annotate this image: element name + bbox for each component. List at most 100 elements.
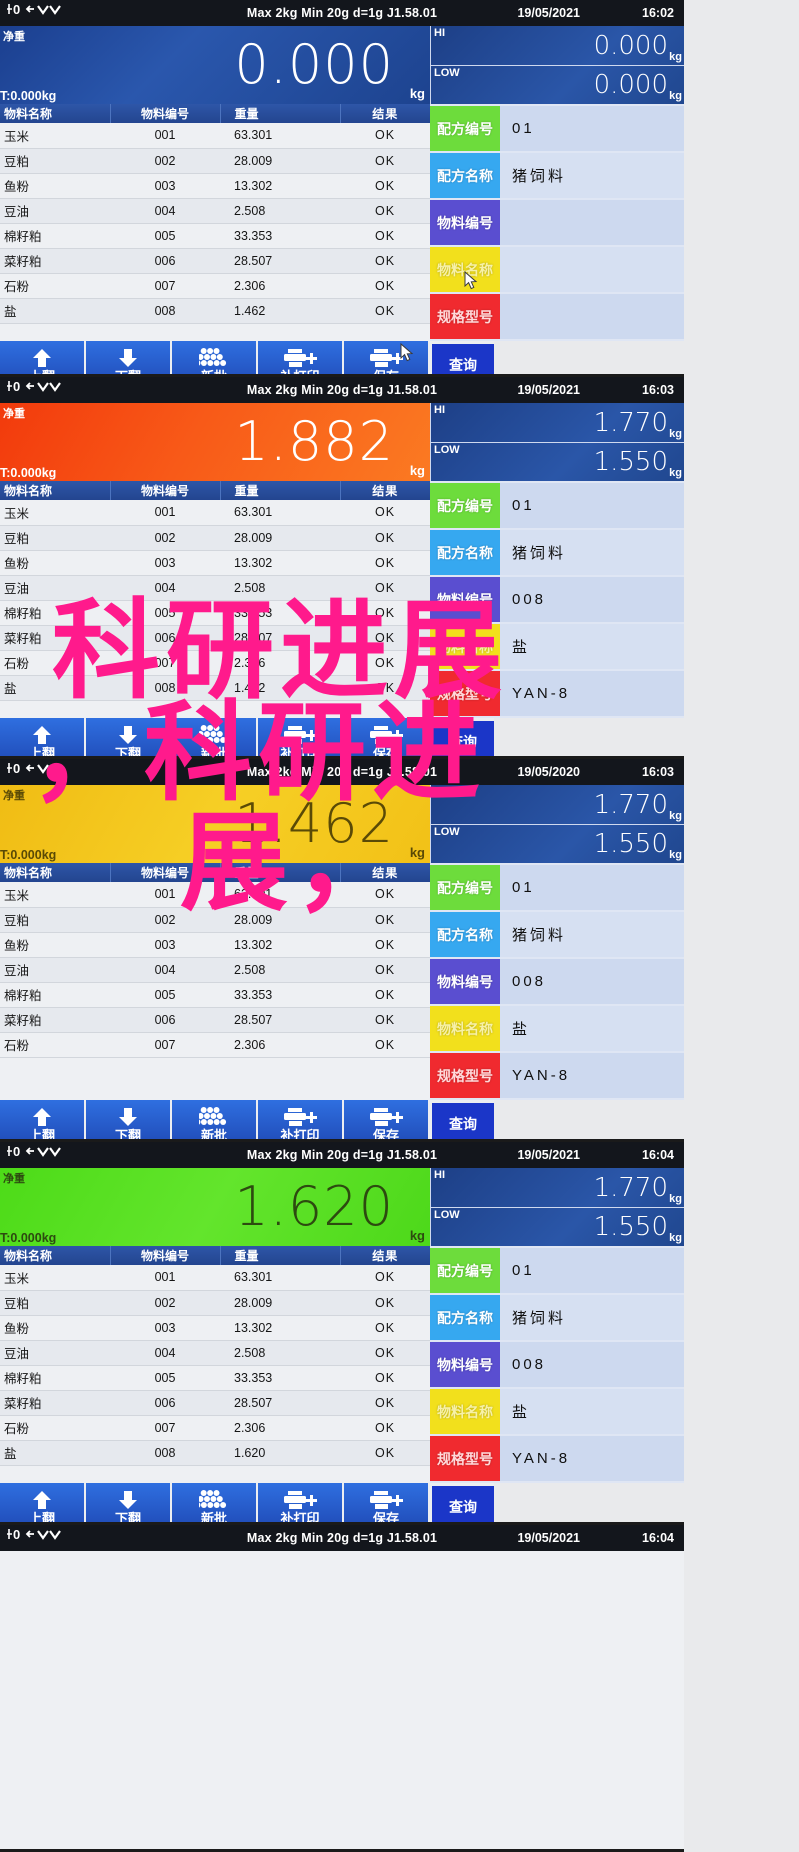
- toolbar-reprint-button[interactable]: 补打印: [258, 718, 344, 756]
- toolbar-page-down-button[interactable]: 下翻: [86, 341, 172, 374]
- table-row[interactable]: 玉米 001 63.301 OK: [0, 882, 430, 908]
- table-row[interactable]: 盐 008 1.462 OK: [0, 675, 430, 701]
- key-recipe-name[interactable]: 配方名称: [430, 912, 500, 957]
- table-row[interactable]: 菜籽粕 006 28.507 OK: [0, 248, 430, 274]
- date-label: 19/05/2020: [517, 765, 580, 779]
- query-button[interactable]: 查询: [432, 1486, 494, 1522]
- table-row[interactable]: 豆油 004 2.508 OK: [0, 1340, 430, 1366]
- table-row[interactable]: 盐 008 1.620 OK: [0, 1440, 430, 1466]
- toolbar-new-batch-button[interactable]: 新批: [172, 1100, 258, 1139]
- table-row[interactable]: 豆粕 002 28.009 OK: [0, 148, 430, 174]
- value-recipe-code[interactable]: 01: [500, 106, 684, 151]
- table-row[interactable]: 棉籽粕 005 33.353 OK: [0, 982, 430, 1008]
- key-material-code[interactable]: 物料编号: [430, 577, 500, 622]
- toolbar-page-up-button[interactable]: 上翻: [0, 718, 86, 756]
- table-row[interactable]: 鱼粉 003 13.302 OK: [0, 173, 430, 199]
- table-row[interactable]: 菜籽粕 006 28.507 OK: [0, 1390, 430, 1416]
- toolbar-save-button[interactable]: 保存: [344, 1483, 430, 1522]
- key-spec-model[interactable]: 规格型号: [430, 671, 500, 716]
- key-recipe-name[interactable]: 配方名称: [430, 1295, 500, 1340]
- key-recipe-code[interactable]: 配方编号: [430, 865, 500, 910]
- key-material-code[interactable]: 物料编号: [430, 1342, 500, 1387]
- value-material-name[interactable]: 盐: [500, 1006, 684, 1051]
- key-material-name[interactable]: 物料名称: [430, 1389, 500, 1434]
- query-button[interactable]: 查询: [432, 1103, 494, 1139]
- table-row[interactable]: 豆粕 002 28.009 OK: [0, 525, 430, 551]
- value-spec-model[interactable]: [500, 294, 684, 339]
- toolbar-reprint-button[interactable]: 补打印: [258, 1483, 344, 1522]
- key-material-name[interactable]: 物料名称: [430, 1006, 500, 1051]
- key-material-code[interactable]: 物料编号: [430, 959, 500, 1004]
- table-row[interactable]: 玉米 001 63.301 OK: [0, 500, 430, 526]
- key-recipe-code[interactable]: 配方编号: [430, 106, 500, 151]
- table-row[interactable]: 菜籽粕 006 28.507 OK: [0, 1007, 430, 1033]
- value-spec-model[interactable]: YAN-8: [500, 1053, 684, 1098]
- table-row[interactable]: 玉米 001 63.301 OK: [0, 123, 430, 149]
- key-recipe-name[interactable]: 配方名称: [430, 153, 500, 198]
- toolbar-page-down-button[interactable]: 下翻: [86, 1483, 172, 1522]
- value-material-code[interactable]: 008: [500, 959, 684, 1004]
- header-material-name: 物料名称: [0, 1246, 111, 1265]
- table-row[interactable]: 棉籽粕 005 33.353 OK: [0, 600, 430, 626]
- table-row[interactable]: 棉籽粕 005 33.353 OK: [0, 1365, 430, 1391]
- key-spec-model[interactable]: 规格型号: [430, 1053, 500, 1098]
- table-row[interactable]: 鱼粉 003 13.302 OK: [0, 550, 430, 576]
- table-row[interactable]: 玉米 001 63.301 OK: [0, 1265, 430, 1291]
- table-row[interactable]: 豆油 004 2.508 OK: [0, 957, 430, 983]
- key-material-name[interactable]: 物料名称: [430, 624, 500, 669]
- table-row[interactable]: 豆油 004 2.508 OK: [0, 575, 430, 601]
- value-material-name[interactable]: 盐: [500, 1389, 684, 1434]
- toolbar-save-button[interactable]: 保存: [344, 1100, 430, 1139]
- value-material-code[interactable]: 008: [500, 577, 684, 622]
- key-recipe-code-label: 配方编号: [437, 1262, 493, 1279]
- table-row[interactable]: 盐 008 1.462 OK: [0, 298, 430, 324]
- value-recipe-code[interactable]: 01: [500, 483, 684, 528]
- toolbar-new-batch-button[interactable]: 新批: [172, 341, 258, 374]
- query-button[interactable]: 查询: [432, 344, 494, 374]
- toolbar-page-up-button[interactable]: 上翻: [0, 1483, 86, 1522]
- value-recipe-code[interactable]: 01: [500, 865, 684, 910]
- table-row[interactable]: 菜籽粕 006 28.507 OK: [0, 625, 430, 651]
- query-button[interactable]: 查询: [432, 721, 494, 756]
- table-row[interactable]: 石粉 007 2.306 OK: [0, 650, 430, 676]
- table-row[interactable]: 石粉 007 2.306 OK: [0, 1032, 430, 1058]
- table-row[interactable]: 鱼粉 003 13.302 OK: [0, 1315, 430, 1341]
- key-spec-model[interactable]: 规格型号: [430, 294, 500, 339]
- value-material-name[interactable]: 盐: [500, 624, 684, 669]
- key-spec-model[interactable]: 规格型号: [430, 1436, 500, 1481]
- table-row[interactable]: 鱼粉 003 13.302 OK: [0, 932, 430, 958]
- key-recipe-code-label: 配方编号: [437, 879, 493, 896]
- toolbar-page-up-button[interactable]: 上翻: [0, 1100, 86, 1139]
- toolbar-new-batch-button[interactable]: 新批: [172, 1483, 258, 1522]
- toolbar-save-button[interactable]: 保存: [344, 341, 430, 374]
- value-spec-model[interactable]: YAN-8: [500, 671, 684, 716]
- value-recipe-name[interactable]: 猪饲料: [500, 153, 684, 198]
- toolbar-page-down-button[interactable]: 下翻: [86, 1100, 172, 1139]
- value-recipe-code[interactable]: 01: [500, 1248, 684, 1293]
- key-spec-model-label: 规格型号: [437, 1450, 493, 1467]
- toolbar-page-down-button[interactable]: 下翻: [86, 718, 172, 756]
- value-recipe-name[interactable]: 猪饲料: [500, 530, 684, 575]
- value-material-code[interactable]: [500, 200, 684, 245]
- value-material-name[interactable]: [500, 247, 684, 292]
- table-row[interactable]: 棉籽粕 005 33.353 OK: [0, 223, 430, 249]
- toolbar-reprint-button[interactable]: 补打印: [258, 341, 344, 374]
- value-recipe-name[interactable]: 猪饲料: [500, 912, 684, 957]
- table-row[interactable]: 石粉 007 2.306 OK: [0, 273, 430, 299]
- key-recipe-name[interactable]: 配方名称: [430, 530, 500, 575]
- value-spec-model[interactable]: YAN-8: [500, 1436, 684, 1481]
- table-row[interactable]: 豆粕 002 28.009 OK: [0, 907, 430, 933]
- table-row[interactable]: 石粉 007 2.306 OK: [0, 1415, 430, 1441]
- value-material-code[interactable]: 008: [500, 1342, 684, 1387]
- key-material-name[interactable]: 物料名称: [430, 247, 500, 292]
- toolbar-page-up-button[interactable]: 上翻: [0, 341, 86, 374]
- toolbar-save-button[interactable]: 保存: [344, 718, 430, 756]
- toolbar-new-batch-button[interactable]: 新批: [172, 718, 258, 756]
- key-recipe-code[interactable]: 配方编号: [430, 1248, 500, 1293]
- table-row[interactable]: 豆油 004 2.508 OK: [0, 198, 430, 224]
- value-recipe-name[interactable]: 猪饲料: [500, 1295, 684, 1340]
- toolbar-reprint-button[interactable]: 补打印: [258, 1100, 344, 1139]
- key-recipe-code[interactable]: 配方编号: [430, 483, 500, 528]
- key-material-code[interactable]: 物料编号: [430, 200, 500, 245]
- table-row[interactable]: 豆粕 002 28.009 OK: [0, 1290, 430, 1316]
